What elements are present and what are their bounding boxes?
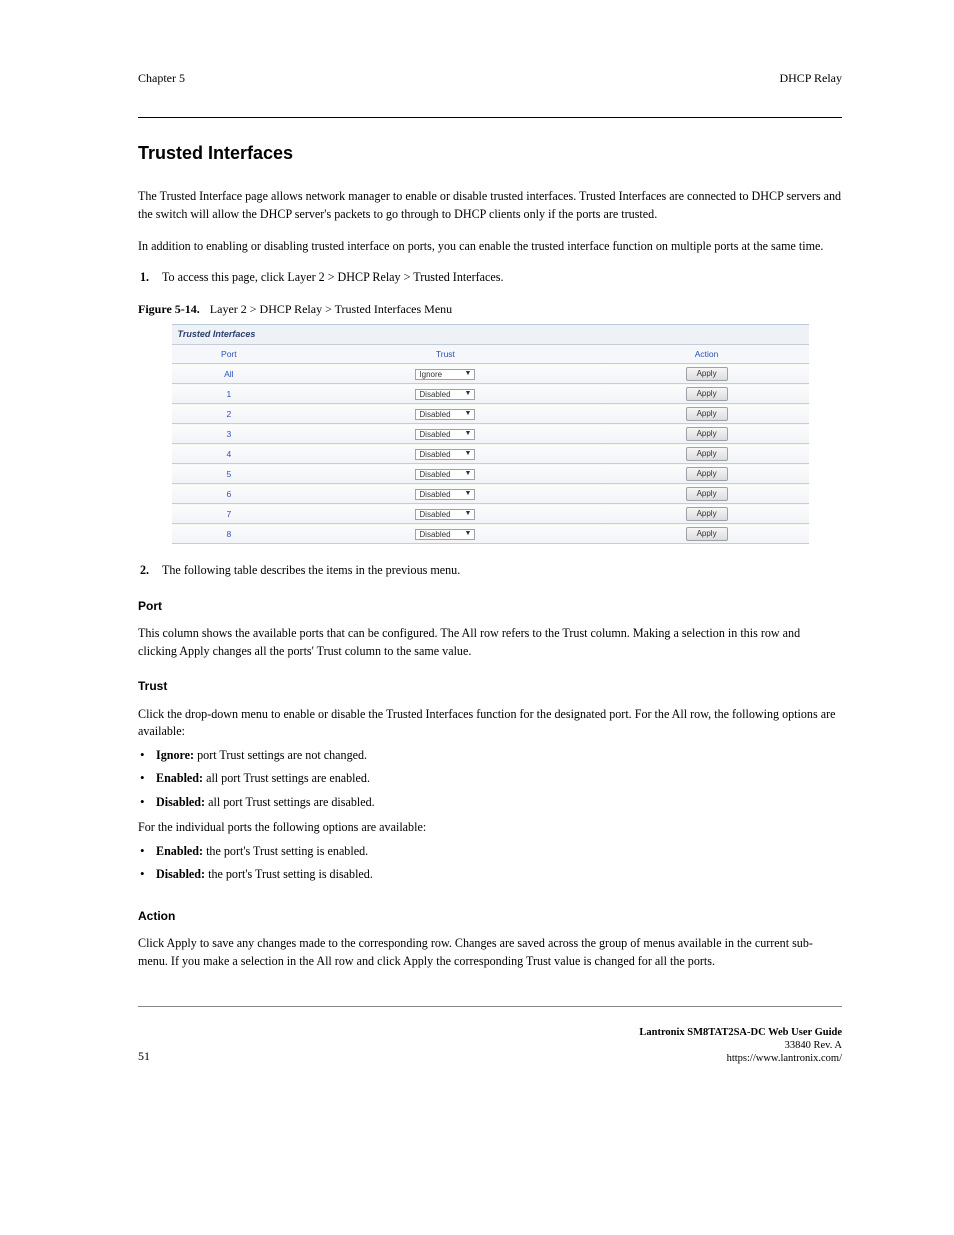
table-row: 1 Disabled ▼ Apply bbox=[172, 384, 809, 404]
trust-select-all-value: Ignore bbox=[419, 369, 442, 381]
apply-button[interactable]: Apply bbox=[686, 487, 728, 501]
trust-select[interactable]: Disabled ▼ bbox=[415, 469, 475, 480]
table-title: Trusted Interfaces bbox=[172, 325, 809, 345]
chapter-right: DHCP Relay bbox=[779, 70, 842, 87]
apply-button-all[interactable]: Apply bbox=[686, 367, 728, 381]
trust-select[interactable]: Disabled ▼ bbox=[415, 409, 475, 420]
trust-select-value: Disabled bbox=[419, 489, 450, 501]
apply-button[interactable]: Apply bbox=[686, 447, 728, 461]
table-row: 5 Disabled ▼ Apply bbox=[172, 464, 809, 484]
trust-select[interactable]: Disabled ▼ bbox=[415, 509, 475, 520]
port-cell: 6 bbox=[172, 484, 287, 504]
port-cell: 4 bbox=[172, 444, 287, 464]
field-port-desc: This column shows the available ports th… bbox=[138, 625, 842, 660]
table-row-all: All Ignore ▼ Apply bbox=[172, 364, 809, 384]
trust-select-value: Disabled bbox=[419, 409, 450, 421]
trust-select[interactable]: Disabled ▼ bbox=[415, 389, 475, 400]
option-item: Disabled: all port Trust settings are di… bbox=[138, 794, 842, 812]
table-row: 2 Disabled ▼ Apply bbox=[172, 404, 809, 424]
option-item: Disabled: the port's Trust setting is di… bbox=[138, 866, 842, 884]
port-cell: 7 bbox=[172, 504, 287, 524]
table-row: 7 Disabled ▼ Apply bbox=[172, 504, 809, 524]
figure-number: Figure 5-14. bbox=[138, 301, 200, 318]
port-all: All bbox=[172, 364, 287, 384]
trust-select[interactable]: Disabled ▼ bbox=[415, 449, 475, 460]
field-trust-label: Trust bbox=[138, 678, 842, 695]
apply-button[interactable]: Apply bbox=[686, 527, 728, 541]
option-item: Enabled: the port's Trust setting is ena… bbox=[138, 843, 842, 861]
chapter-left: Chapter 5 bbox=[138, 70, 185, 87]
port-cell: 8 bbox=[172, 524, 287, 544]
trust-select[interactable]: Disabled ▼ bbox=[415, 529, 475, 540]
field-trust-tail: For the individual ports the following o… bbox=[138, 819, 842, 837]
apply-button[interactable]: Apply bbox=[686, 467, 728, 481]
table-row: 3 Disabled ▼ Apply bbox=[172, 424, 809, 444]
trust-select[interactable]: Disabled ▼ bbox=[415, 489, 475, 500]
trust-select-value: Disabled bbox=[419, 509, 450, 521]
page-title: Trusted Interfaces bbox=[138, 140, 842, 166]
apply-button[interactable]: Apply bbox=[686, 507, 728, 521]
trust-select-value: Disabled bbox=[419, 529, 450, 541]
chevron-down-icon: ▼ bbox=[464, 369, 471, 379]
trust-select-value: Disabled bbox=[419, 469, 450, 481]
intro-text: The Trusted Interface page allows networ… bbox=[138, 188, 842, 286]
option-item: Ignore: port Trust settings are not chan… bbox=[138, 747, 842, 765]
trusted-interfaces-table: Trusted Interfaces Port Trust Action All… bbox=[172, 324, 809, 544]
footer-rev: 33840 Rev. A bbox=[639, 1040, 842, 1053]
divider-top bbox=[138, 117, 842, 118]
figure-screenshot: Trusted Interfaces Port Trust Action All… bbox=[138, 324, 842, 544]
port-cell: 5 bbox=[172, 464, 287, 484]
chevron-down-icon: ▼ bbox=[464, 429, 471, 439]
step-1: To access this page, click Layer 2 > DHC… bbox=[138, 269, 842, 287]
chevron-down-icon: ▼ bbox=[464, 469, 471, 479]
apply-button[interactable]: Apply bbox=[686, 387, 728, 401]
table-row: 8 Disabled ▼ Apply bbox=[172, 524, 809, 544]
field-port-label: Port bbox=[138, 598, 842, 615]
apply-button[interactable]: Apply bbox=[686, 427, 728, 441]
chevron-down-icon: ▼ bbox=[464, 529, 471, 539]
port-cell: 1 bbox=[172, 384, 287, 404]
col-trust: Trust bbox=[286, 345, 605, 364]
trust-select-all[interactable]: Ignore ▼ bbox=[415, 369, 475, 380]
port-cell: 3 bbox=[172, 424, 287, 444]
col-port: Port bbox=[172, 345, 287, 364]
chevron-down-icon: ▼ bbox=[464, 509, 471, 519]
port-cell: 2 bbox=[172, 404, 287, 424]
step-2: The following table describes the items … bbox=[138, 562, 842, 580]
field-action-desc: Click Apply to save any changes made to … bbox=[138, 935, 842, 970]
divider-bottom bbox=[138, 1006, 842, 1007]
trust-select[interactable]: Disabled ▼ bbox=[415, 429, 475, 440]
field-action-label: Action bbox=[138, 908, 842, 925]
figure-caption: Layer 2 > DHCP Relay > Trusted Interface… bbox=[210, 301, 452, 318]
chevron-down-icon: ▼ bbox=[464, 389, 471, 399]
chevron-down-icon: ▼ bbox=[464, 489, 471, 499]
chevron-down-icon: ▼ bbox=[464, 409, 471, 419]
table-row: 6 Disabled ▼ Apply bbox=[172, 484, 809, 504]
intro-p2: In addition to enabling or disabling tru… bbox=[138, 238, 842, 256]
apply-button[interactable]: Apply bbox=[686, 407, 728, 421]
trust-select-value: Disabled bbox=[419, 389, 450, 401]
intro-p1: The Trusted Interface page allows networ… bbox=[138, 188, 842, 223]
table-row: 4 Disabled ▼ Apply bbox=[172, 444, 809, 464]
footer-title: Lantronix SM8TAT2SA-DC Web User Guide bbox=[639, 1027, 842, 1040]
field-trust-desc: Click the drop-down menu to enable or di… bbox=[138, 707, 835, 739]
option-item: Enabled: all port Trust settings are ena… bbox=[138, 770, 842, 788]
footer-url[interactable]: https://www.lantronix.com/ bbox=[639, 1053, 842, 1066]
trust-select-value: Disabled bbox=[419, 429, 450, 441]
page-number: 51 bbox=[138, 1048, 150, 1065]
trust-select-value: Disabled bbox=[419, 449, 450, 461]
chevron-down-icon: ▼ bbox=[464, 449, 471, 459]
col-action: Action bbox=[605, 345, 809, 364]
